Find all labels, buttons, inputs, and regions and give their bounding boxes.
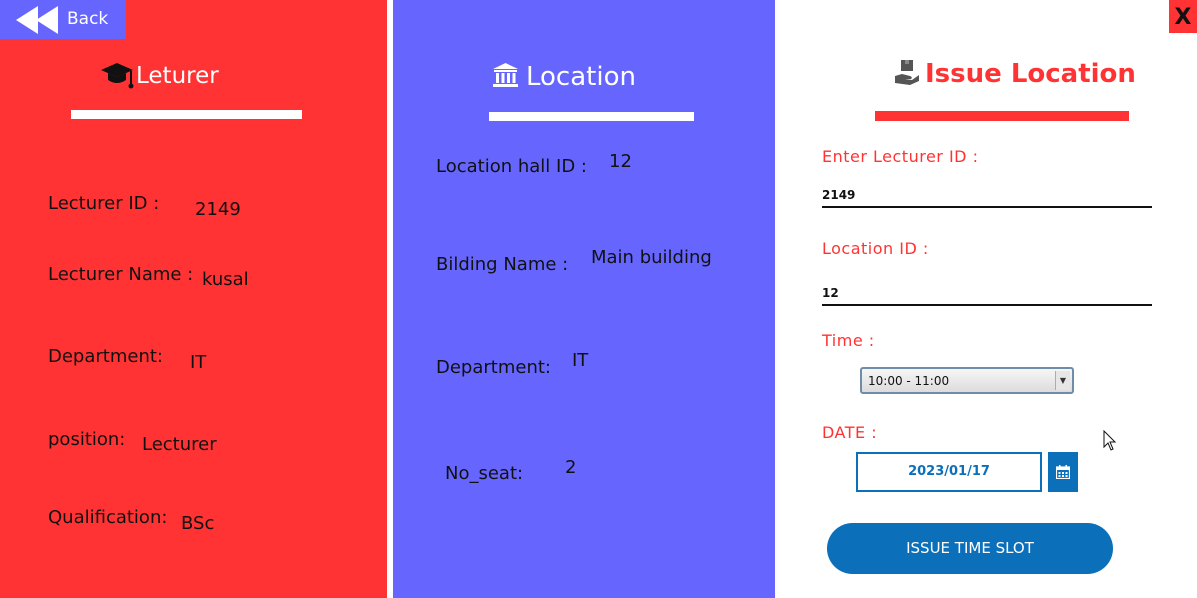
lecturer-position-value: Lecturer — [142, 434, 217, 455]
issue-location-heading: Issue Location — [925, 59, 1136, 89]
lecturer-name-value: kusal — [202, 269, 249, 290]
lecturer-heading-underline — [71, 110, 302, 119]
back-button[interactable]: Back — [0, 0, 126, 39]
time-select[interactable]: 10:00 - 11:00 ▼ — [860, 367, 1074, 394]
lecturer-heading: Leturer — [136, 63, 219, 89]
location-hall-id-value: 12 — [609, 151, 632, 172]
lecturer-id-input[interactable] — [822, 188, 1152, 208]
graduation-cap-icon — [101, 63, 134, 89]
issue-heading-underline — [875, 111, 1129, 121]
close-button[interactable]: X — [1169, 0, 1197, 33]
dropdown-arrow-icon: ▼ — [1055, 371, 1070, 390]
calendar-button[interactable] — [1048, 452, 1078, 492]
date-label: DATE : — [822, 423, 878, 442]
location-heading: Location — [526, 62, 636, 92]
calendar-icon — [1056, 465, 1070, 479]
lecturer-position-label: position: — [48, 429, 126, 450]
lecturer-name-label: Lecturer Name : — [48, 264, 194, 285]
issue-time-slot-button[interactable]: ISSUE TIME SLOT — [827, 523, 1113, 574]
location-heading-underline — [489, 112, 694, 121]
location-id-input[interactable] — [822, 286, 1152, 306]
location-hall-id-label: Location hall ID : — [436, 156, 587, 177]
location-department-label: Department: — [436, 357, 551, 378]
lecturer-department-value: IT — [190, 352, 207, 373]
date-input[interactable]: 2023/01/17 — [856, 452, 1042, 492]
enter-lecturer-id-label: Enter Lecturer ID : — [822, 147, 979, 166]
time-label: Time : — [822, 331, 875, 350]
building-name-value: Main building — [591, 247, 712, 268]
time-select-value: 10:00 - 11:00 — [868, 374, 950, 388]
double-left-arrow-icon — [16, 6, 58, 34]
lecturer-id-value: 2149 — [195, 199, 241, 220]
no-seat-value: 2 — [565, 457, 577, 478]
lecturer-id-label: Lecturer ID : — [48, 193, 160, 214]
lecturer-department-label: Department: — [48, 346, 163, 367]
back-button-label: Back — [67, 9, 109, 29]
lecturer-qualification-label: Qualification: — [48, 507, 168, 528]
no-seat-label: No_seat: — [445, 463, 524, 484]
hand-holding-box-icon — [895, 60, 919, 85]
bank-building-icon — [493, 63, 518, 87]
location-id-label: Location ID : — [822, 239, 929, 258]
location-department-value: IT — [572, 350, 589, 371]
lecturer-qualification-value: BSc — [181, 513, 215, 534]
building-name-label: Bilding Name : — [436, 254, 569, 275]
mouse-pointer-icon — [1103, 430, 1117, 451]
